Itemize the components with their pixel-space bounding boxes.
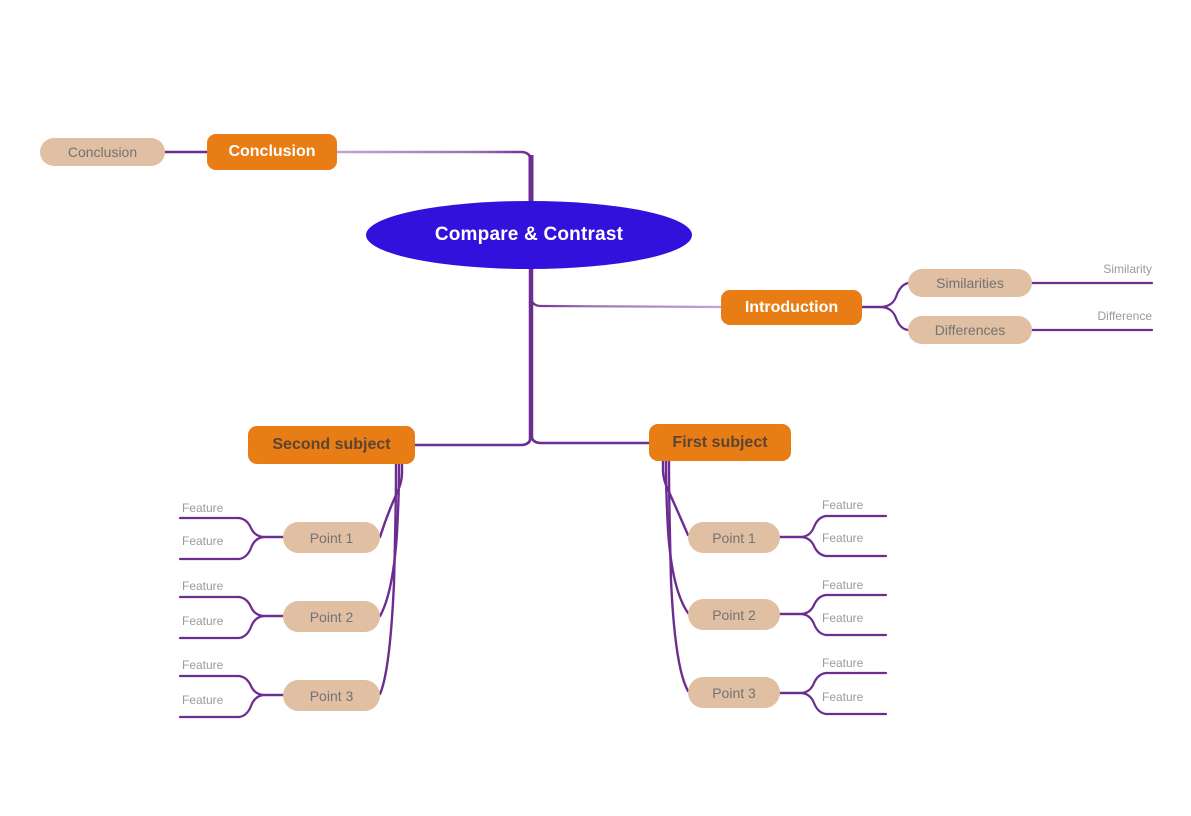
leaf-node-similarities[interactable]: Similarities	[908, 269, 1032, 297]
sublabel-first-point-2-feature-2[interactable]: Feature	[822, 611, 886, 627]
sublabel-difference[interactable]: Difference	[1040, 309, 1152, 327]
branch-node-label: First subject	[672, 433, 768, 451]
leaf-node-label: Point 1	[309, 529, 354, 546]
root-node-label: Compare & Contrast	[434, 224, 624, 245]
sublabel-first-point-1-feature-1[interactable]: Feature	[822, 498, 886, 514]
sublabel-second-point-1-feature-1[interactable]: Feature	[182, 501, 246, 517]
leaf-node-second-point-1[interactable]: Point 1	[283, 522, 380, 553]
leaf-node-label: Point 2	[309, 608, 354, 625]
leaf-node-label: Differences	[934, 322, 1006, 338]
branch-node-second-subject[interactable]: Second subject	[248, 426, 415, 464]
sublabel-second-point-3-feature-1[interactable]: Feature	[182, 658, 246, 674]
leaf-node-label: Conclusion	[67, 144, 138, 160]
sublabel-similarity[interactable]: Similarity	[1040, 262, 1152, 280]
leaf-node-first-point-2[interactable]: Point 2	[688, 599, 780, 630]
branch-node-conclusion[interactable]: Conclusion	[207, 134, 337, 170]
sublabel-second-point-2-feature-1[interactable]: Feature	[182, 579, 246, 595]
sublabel-first-point-2-feature-1[interactable]: Feature	[822, 578, 886, 594]
branch-node-first-subject[interactable]: First subject	[649, 424, 791, 461]
sublabel-first-point-1-feature-2[interactable]: Feature	[822, 531, 886, 547]
leaf-node-second-point-3[interactable]: Point 3	[283, 680, 380, 711]
branch-node-label: Conclusion	[228, 143, 316, 160]
connector-layer	[163, 150, 1154, 719]
leaf-node-label: Point 3	[712, 684, 756, 701]
mindmap-canvas: Compare & Contrast Conclusion Introducti…	[0, 0, 1191, 816]
leaf-node-label: Point 3	[309, 687, 354, 704]
sublabel-first-point-3-feature-1[interactable]: Feature	[822, 656, 886, 672]
leaf-node-label: Point 2	[712, 606, 756, 623]
branch-node-introduction[interactable]: Introduction	[721, 290, 862, 325]
leaf-node-first-point-3[interactable]: Point 3	[688, 677, 780, 708]
leaf-node-conclusion[interactable]: Conclusion	[40, 138, 165, 166]
leaf-node-label: Similarities	[936, 275, 1004, 291]
branch-node-label: Second subject	[272, 436, 391, 453]
leaf-node-label: Point 1	[712, 529, 756, 546]
leaf-node-differences[interactable]: Differences	[908, 316, 1032, 344]
leaf-node-second-point-2[interactable]: Point 2	[283, 601, 380, 632]
sublabel-second-point-3-feature-2[interactable]: Feature	[182, 693, 246, 709]
sublabel-second-point-1-feature-2[interactable]: Feature	[182, 534, 246, 550]
sublabel-second-point-2-feature-2[interactable]: Feature	[182, 614, 246, 630]
branch-node-label: Introduction	[744, 298, 839, 316]
leaf-node-first-point-1[interactable]: Point 1	[688, 522, 780, 553]
root-node-compare-contrast[interactable]: Compare & Contrast	[366, 201, 692, 269]
sublabel-first-point-3-feature-2[interactable]: Feature	[822, 690, 886, 706]
